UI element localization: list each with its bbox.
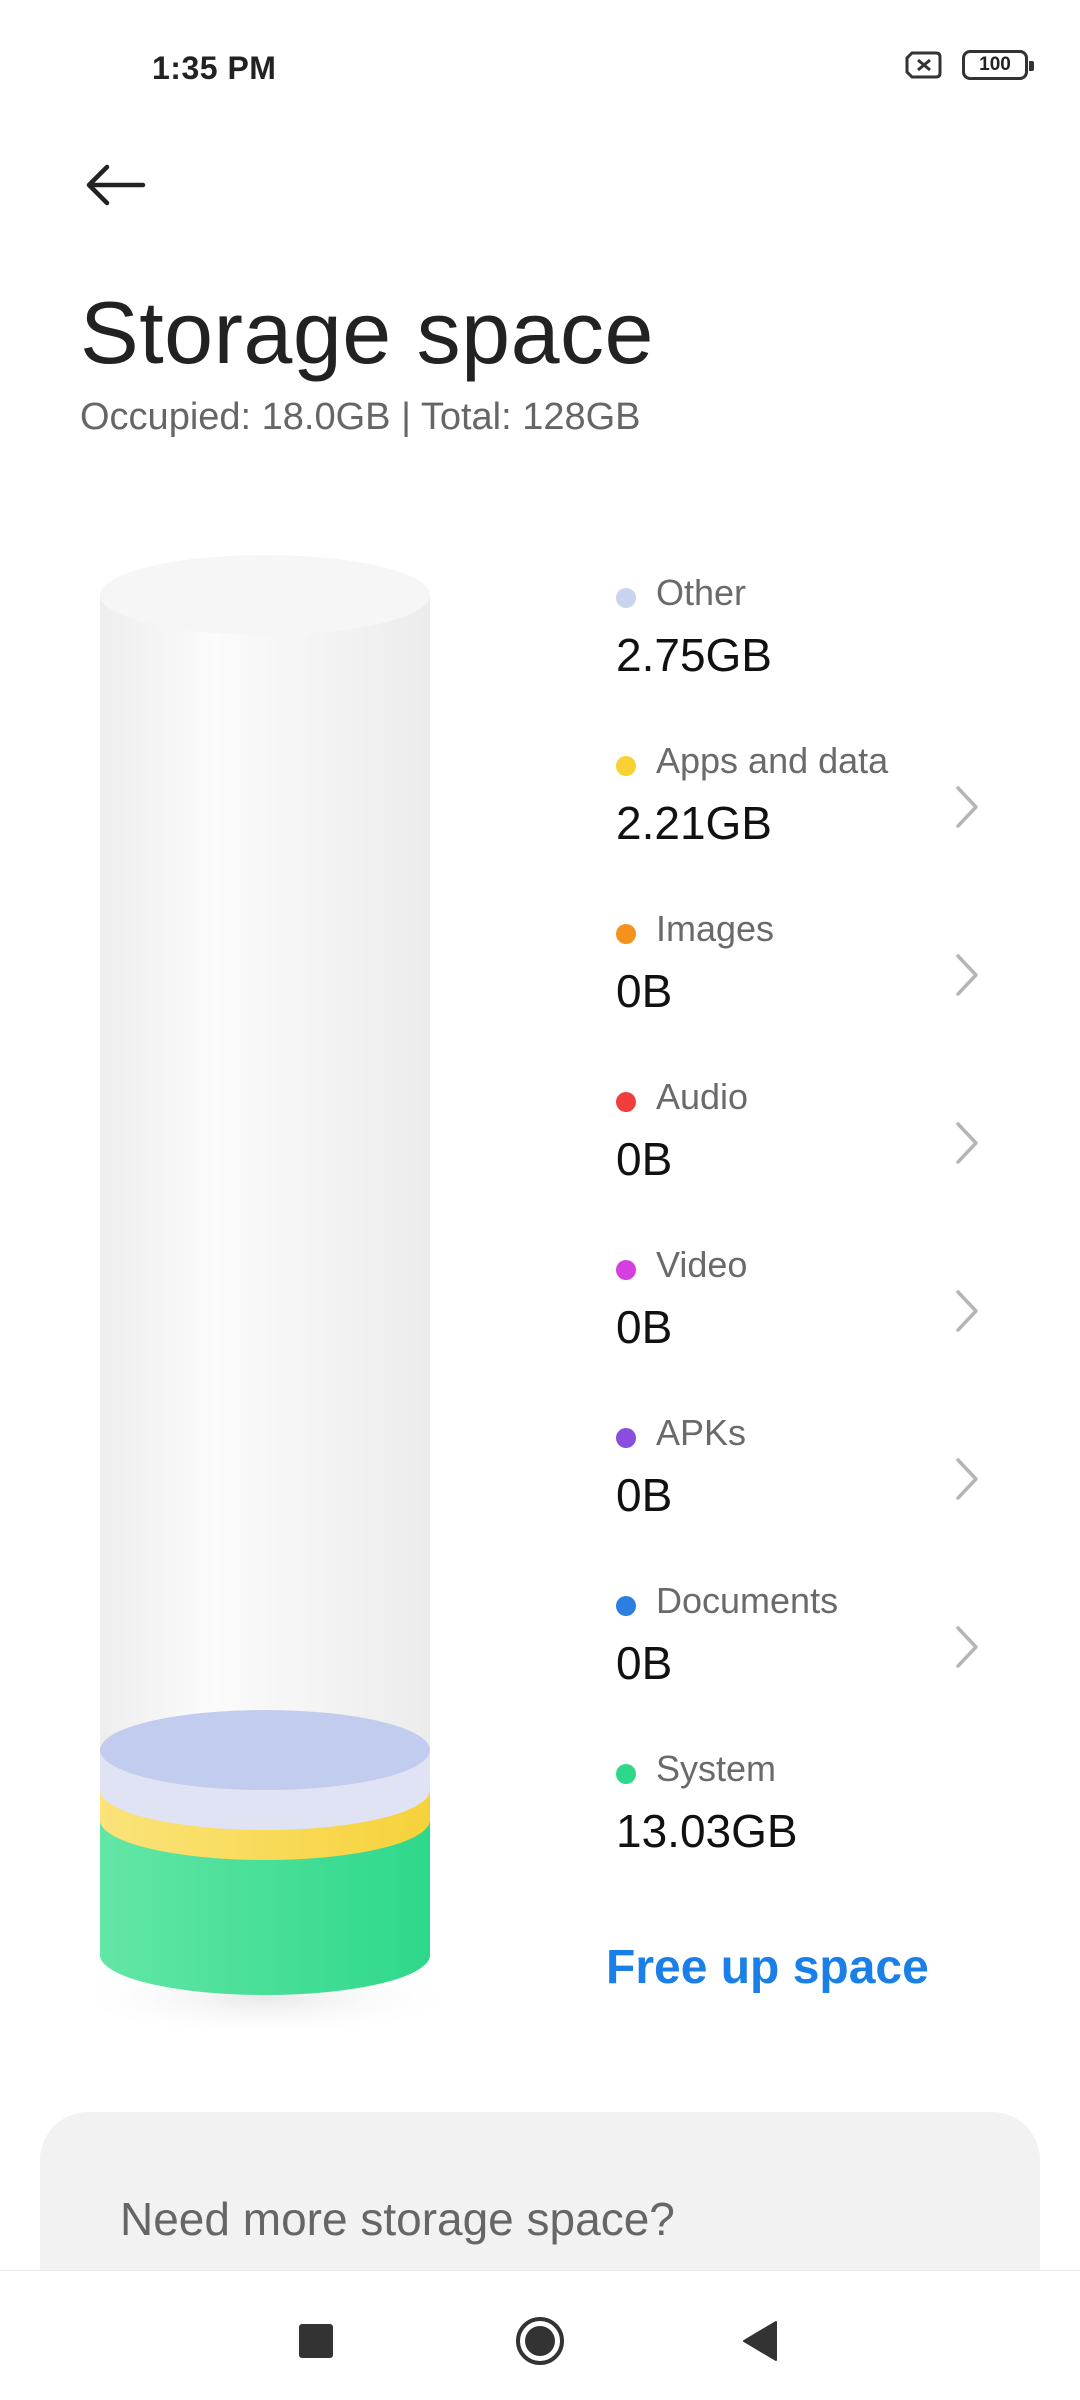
back-button[interactable]: [70, 145, 160, 225]
category-color-dot: [616, 756, 636, 776]
back-arrow-icon: [86, 164, 146, 206]
storage-category-system: System 13.03GB: [616, 1746, 1036, 1914]
free-up-space-button[interactable]: Free up space: [606, 1940, 929, 1995]
storage-category-images[interactable]: Images 0B: [616, 906, 1036, 1074]
cylinder-segment-other: [100, 1710, 430, 1830]
chevron-right-icon: [956, 1626, 978, 1668]
battery-level: 100: [979, 54, 1011, 75]
category-label: APKs: [656, 1412, 747, 1453]
category-size: 13.03GB: [616, 1805, 798, 1857]
category-label: Audio: [656, 1076, 749, 1117]
storage-category-apks[interactable]: APKs 0B: [616, 1410, 1036, 1578]
battery-icon: 100: [962, 50, 1034, 80]
storage-category-documents[interactable]: Documents 0B: [616, 1578, 1036, 1746]
storage-category-video[interactable]: Video 0B: [616, 1242, 1036, 1410]
page-title: Storage space: [80, 283, 654, 382]
storage-category-apps-and-data[interactable]: Apps and data 2.21GB: [616, 738, 1036, 906]
storage-category-audio[interactable]: Audio 0B: [616, 1074, 1036, 1242]
recent-apps-button[interactable]: [276, 2301, 356, 2381]
category-label: Apps and data: [656, 740, 889, 781]
category-color-dot: [616, 1764, 636, 1784]
status-icons: 100: [904, 50, 1034, 80]
category-color-dot: [616, 1092, 636, 1112]
no-sim-icon: [905, 51, 942, 79]
storage-cylinder-chart: [65, 550, 465, 2038]
chevron-right-icon: [956, 954, 978, 996]
chevron-right-icon: [956, 1290, 978, 1332]
category-color-dot: [616, 588, 636, 608]
category-label: Video: [656, 1244, 748, 1285]
chevron-right-icon: [956, 1458, 978, 1500]
status-bar: 1:35 PM 100: [0, 0, 1080, 140]
category-label: Images: [656, 908, 775, 949]
category-size: 0B: [616, 1469, 673, 1521]
triangle-icon: [743, 2321, 777, 2361]
category-size: 2.21GB: [616, 797, 772, 849]
status-time: 1:35 PM: [152, 50, 277, 86]
square-icon: [299, 2324, 333, 2358]
promo-text: Need more storage space?: [120, 2193, 675, 2245]
nav-back-button[interactable]: [720, 2301, 800, 2381]
storage-category-list: Other 2.75GB Apps and data 2.21GB Images 0B Au…: [616, 570, 1036, 1914]
category-color-dot: [616, 1260, 636, 1280]
category-size: 0B: [616, 1133, 673, 1185]
circle-icon: [516, 2317, 564, 2365]
chevron-right-icon: [956, 1122, 978, 1164]
category-size: 2.75GB: [616, 629, 772, 681]
category-color-dot: [616, 1428, 636, 1448]
category-label: Documents: [656, 1580, 839, 1621]
category-color-dot: [616, 924, 636, 944]
chevron-right-icon: [956, 786, 978, 828]
navigation-bar: [0, 2270, 1080, 2400]
category-size: 0B: [616, 1637, 673, 1689]
category-size: 0B: [616, 965, 673, 1017]
home-button[interactable]: [500, 2301, 580, 2381]
category-label: System: [656, 1748, 777, 1789]
storage-summary: Occupied: 18.0GB | Total: 128GB: [80, 396, 641, 438]
storage-category-other: Other 2.75GB: [616, 570, 1036, 738]
category-label: Other: [656, 572, 747, 613]
category-color-dot: [616, 1596, 636, 1616]
category-size: 0B: [616, 1301, 673, 1353]
